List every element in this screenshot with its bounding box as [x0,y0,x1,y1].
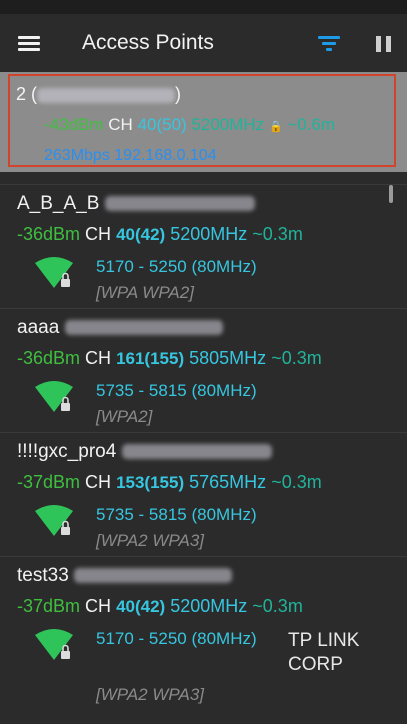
signal-value: -36dBm [17,348,81,368]
wifi-lock-icon [35,381,73,412]
wifi-lock-icon [35,505,73,536]
frequency-range: 5170 - 5250 (80MHz) [96,629,257,648]
channel-value: 40(42) [116,225,166,244]
frequency-range: 5170 - 5250 (80MHz) [96,257,257,276]
frequency-value: 5200MHz [170,224,248,244]
app-bar: Access Points [0,14,407,72]
menu-icon[interactable] [18,36,40,52]
connected-ssid-label: 2 ( [16,84,38,104]
frequency-range: 5735 - 5815 (80MHz) [96,505,257,524]
ap-ssid-label: test33 [17,565,69,586]
distance-value: ~0.6m [287,115,336,134]
ap-signal-line: -37dBm CH 153(155) 5765MHz ~0.3m [17,472,322,493]
lock-icon: 🔒 [268,121,283,133]
channel-label: CH [108,115,133,134]
access-point-row[interactable]: aaaa -36dBm CH 161(155) 5805MHz ~0.3m 573… [0,308,407,437]
channel-label: CH [85,224,112,244]
channel-label: CH [85,348,112,368]
signal-value: -37dBm [17,472,81,492]
security-capabilities: [WPA2] [96,407,153,426]
ap-ssid-label: aaaa [17,317,60,338]
channel-value: 153(155) [116,473,185,492]
distance-value: ~0.3m [252,596,303,616]
channel-value: 161(155) [116,349,185,368]
access-point-row[interactable]: !!!!gxc_pro4 -37dBm CH 153(155) 5765MHz … [0,432,407,561]
status-bar [0,0,407,14]
blurred-bssid [104,196,255,212]
ap-ssid: !!!!gxc_pro4 [17,441,272,463]
connected-signal-line: -43dBm CH 40(50) 5200MHz 🔒 ~0.6m [44,115,335,135]
frequency-value: 5200MHz [191,115,265,134]
blurred-bssid [121,444,272,460]
distance-value: ~0.3m [271,348,322,368]
blurred-bssid [37,87,176,103]
ip-address: 192.168.0.104 [114,147,217,164]
signal-value: -37dBm [17,596,81,616]
wifi-lock-icon [35,257,73,288]
blurred-bssid [74,568,233,584]
vendor-name: TP LINK CORP [288,630,360,675]
security-capabilities: [WPA2 WPA3] [96,685,205,704]
distance-value: ~0.3m [252,224,303,244]
filter-icon[interactable] [318,34,340,52]
ap-signal-line: -36dBm CH 161(155) 5805MHz ~0.3m [17,348,322,369]
distance-value: ~0.3m [271,472,322,492]
ap-signal-line: -37dBm CH 40(42) 5200MHz ~0.3m [17,596,303,617]
frequency-value: 5765MHz [189,472,267,492]
page-title: Access Points [82,31,214,54]
channel-value: 40(42) [116,597,166,616]
access-point-row[interactable]: A_B_A_B -36dBm CH 40(42) 5200MHz ~0.3m 51… [0,184,407,313]
wifi-lock-icon [35,629,73,660]
link-speed: 263Mbps [44,147,110,164]
channel-label: CH [85,596,112,616]
connected-ssid-close: ) [175,84,182,104]
signal-value: -43dBm [44,115,104,134]
ap-ssid: A_B_A_B [17,193,255,215]
connected-access-point[interactable]: 2 () -43dBm CH 40(50) 5200MHz 🔒 ~0.6m 26… [0,72,407,172]
ap-ssid: test33 [17,565,233,587]
connected-speed-line: 263Mbps 192.168.0.104 [44,147,217,165]
security-capabilities: [WPA2 WPA3] [96,531,205,550]
frequency-value: 5805MHz [189,348,267,368]
pause-icon[interactable] [376,36,392,52]
signal-value: -36dBm [17,224,81,244]
blurred-bssid [64,320,223,336]
security-capabilities: [WPA WPA2] [96,283,194,302]
channel-label: CH [85,472,112,492]
connected-ssid: 2 () [16,84,181,105]
channel-value: 40(50) [137,115,187,134]
ap-ssid: aaaa [17,317,223,339]
frequency-value: 5200MHz [170,596,248,616]
ap-ssid-label: A_B_A_B [17,193,100,214]
access-point-row[interactable]: test33 -37dBm CH 40(42) 5200MHz ~0.3m 517… [0,556,407,704]
ap-signal-line: -36dBm CH 40(42) 5200MHz ~0.3m [17,224,303,245]
frequency-range: 5735 - 5815 (80MHz) [96,381,257,400]
ap-ssid-label: !!!!gxc_pro4 [17,441,117,462]
